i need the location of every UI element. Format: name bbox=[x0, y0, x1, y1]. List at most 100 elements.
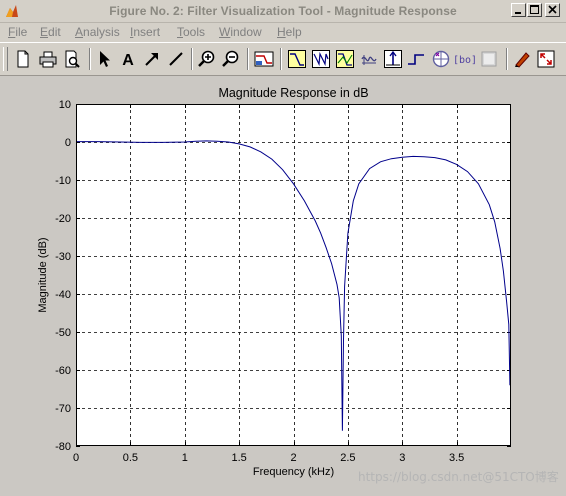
x-tick-label: 0 bbox=[73, 452, 79, 464]
magnitude-phase-button[interactable] bbox=[335, 49, 355, 69]
x-tick-label: 2 bbox=[290, 452, 296, 464]
toolbar-separator bbox=[191, 48, 193, 70]
magnitude-response-plot[interactable]: 10 0 -10 -20 -30 -40 -50 -60 -70 -80 0 0.5 1 1.5 2 2.5… bbox=[0, 76, 566, 496]
x-axis-label: Frequency (kHz) bbox=[253, 466, 334, 478]
y-tick-label: -30 bbox=[55, 251, 71, 263]
insert-arrow-button[interactable] bbox=[142, 49, 162, 69]
menu-file-rest: ile bbox=[15, 25, 28, 39]
toolbar-separator bbox=[247, 48, 249, 70]
select-arrow-button[interactable] bbox=[94, 49, 114, 69]
select-arrow-icon bbox=[100, 51, 110, 67]
magnitude-response-button[interactable] bbox=[287, 49, 307, 69]
zoom-out-icon bbox=[222, 50, 239, 67]
y-tick-label: -70 bbox=[55, 403, 71, 415]
pole-zero-icon bbox=[432, 50, 450, 68]
x-tick-label: 0.5 bbox=[123, 452, 138, 464]
filter-info-button[interactable] bbox=[479, 49, 499, 69]
y-tick-label: -50 bbox=[55, 327, 71, 339]
menu-edit-mnemonic: E bbox=[40, 25, 49, 39]
toolbar-separator bbox=[89, 48, 91, 70]
y-tick-label: -80 bbox=[55, 441, 71, 453]
toolbar-grip bbox=[3, 47, 8, 71]
toolbar: A [bo] bbox=[0, 42, 566, 76]
maximize-icon bbox=[530, 5, 539, 14]
y-tick-label: 10 bbox=[59, 99, 71, 111]
step-response-button[interactable] bbox=[406, 49, 426, 69]
y-tick-label: 0 bbox=[65, 137, 71, 149]
menu-help[interactable]: Help bbox=[277, 25, 302, 39]
zoom-in-icon bbox=[198, 50, 215, 67]
group-delay-button[interactable] bbox=[359, 49, 379, 69]
full-view-icon bbox=[537, 50, 555, 68]
impulse-response-button[interactable] bbox=[383, 49, 403, 69]
filter-coefficients-button[interactable]: [bo] bbox=[455, 49, 475, 69]
menu-file[interactable]: File bbox=[8, 25, 27, 39]
print-preview-icon bbox=[65, 50, 80, 68]
insert-text-button[interactable]: A bbox=[118, 49, 138, 69]
magnitude-response-icon bbox=[288, 50, 306, 68]
magnitude-phase-icon bbox=[336, 50, 354, 68]
legend-button[interactable] bbox=[512, 49, 532, 69]
menu-edit[interactable]: Edit bbox=[40, 25, 61, 39]
zoom-in-button[interactable] bbox=[197, 49, 217, 69]
menu-help-rest: elp bbox=[285, 25, 302, 39]
menu-tools-rest: ools bbox=[183, 25, 206, 39]
svg-text:A: A bbox=[122, 52, 134, 69]
window-title: Figure No. 2: Filter Visualization Tool … bbox=[109, 4, 457, 18]
y-axis-label: Magnitude (dB) bbox=[37, 237, 49, 312]
menu-edit-rest: dit bbox=[48, 25, 61, 39]
y-tick-label: -10 bbox=[55, 175, 71, 187]
svg-text:[bo]: [bo] bbox=[455, 55, 475, 66]
menu-analysis-rest: nalysis bbox=[83, 25, 120, 39]
y-tick-label: -20 bbox=[55, 213, 71, 225]
insert-text-icon: A bbox=[122, 52, 134, 69]
phase-response-button[interactable] bbox=[311, 49, 331, 69]
filter-coefficients-icon: [bo] bbox=[455, 55, 475, 66]
chart-title: Magnitude Response in dB bbox=[218, 86, 368, 100]
impulse-response-icon bbox=[384, 50, 402, 68]
maximize-button[interactable] bbox=[527, 3, 542, 17]
group-delay-icon bbox=[361, 55, 377, 65]
insert-line-icon bbox=[169, 52, 183, 66]
phase-response-icon bbox=[312, 50, 330, 68]
menu-window-mnemonic: W bbox=[219, 25, 231, 39]
x-tick-label: 1.5 bbox=[231, 452, 246, 464]
menu-bar: File Edit Analysis Insert Tools Window H… bbox=[0, 23, 566, 41]
x-tick-label: 3.5 bbox=[449, 452, 464, 464]
x-tick-label: 1 bbox=[182, 452, 188, 464]
print-icon bbox=[39, 51, 57, 68]
filter-info-icon bbox=[481, 51, 497, 67]
filter-spec-button[interactable] bbox=[254, 49, 274, 69]
x-tick-label: 3 bbox=[399, 452, 405, 464]
print-button[interactable] bbox=[38, 49, 58, 69]
pole-zero-button[interactable] bbox=[431, 49, 451, 69]
y-tick-label: -40 bbox=[55, 289, 71, 301]
filter-spec-icon bbox=[254, 51, 274, 67]
menu-window[interactable]: Window bbox=[219, 25, 262, 39]
close-icon bbox=[548, 5, 557, 14]
figure-area: 10 0 -10 -20 -30 -40 -50 -60 -70 -80 0 0.5 1 1.5 2 2.5… bbox=[0, 76, 566, 496]
toolbar-separator bbox=[506, 48, 508, 70]
x-tick-label: 2.5 bbox=[340, 452, 355, 464]
menu-help-mnemonic: H bbox=[277, 25, 286, 39]
menu-insert[interactable]: Insert bbox=[130, 25, 160, 39]
title-bar: Figure No. 2: Filter Visualization Tool … bbox=[0, 0, 566, 23]
insert-line-button[interactable] bbox=[166, 49, 186, 69]
insert-arrow-icon bbox=[145, 53, 158, 66]
y-tick-label: -60 bbox=[55, 365, 71, 377]
menu-window-rest: indow bbox=[230, 25, 262, 39]
zoom-out-button[interactable] bbox=[221, 49, 241, 69]
print-preview-button[interactable] bbox=[62, 49, 82, 69]
toolbar-separator bbox=[280, 48, 282, 70]
watermark: https://blog.csdn.net@51CTO博客 bbox=[358, 470, 559, 484]
legend-icon bbox=[515, 52, 530, 68]
step-response-icon bbox=[408, 54, 424, 65]
full-view-button[interactable] bbox=[536, 49, 556, 69]
new-figure-icon bbox=[17, 50, 29, 68]
new-figure-button[interactable] bbox=[13, 49, 33, 69]
menu-analysis[interactable]: Analysis bbox=[75, 25, 120, 39]
menu-insert-rest: nsert bbox=[133, 25, 161, 39]
menu-tools[interactable]: Tools bbox=[177, 25, 205, 39]
minimize-button[interactable] bbox=[511, 3, 526, 17]
close-button[interactable] bbox=[545, 3, 560, 17]
